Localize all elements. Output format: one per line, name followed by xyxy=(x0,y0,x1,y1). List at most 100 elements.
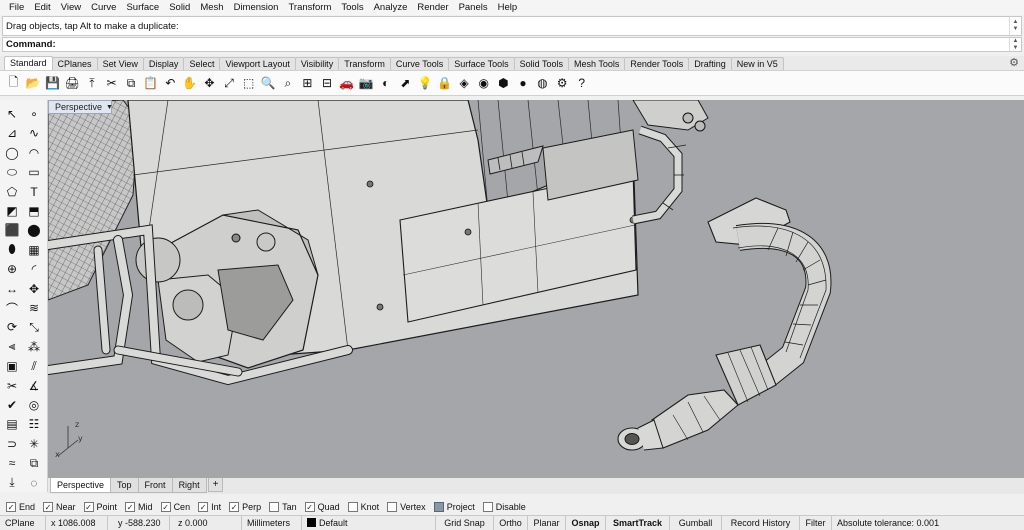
status-osnap[interactable]: Osnap xyxy=(566,515,606,530)
add-viewport-tab-button[interactable]: + xyxy=(207,478,224,492)
tab-set-view[interactable]: Set View xyxy=(96,57,144,70)
tab-select[interactable]: Select xyxy=(183,57,221,70)
menu-render[interactable]: Render xyxy=(412,0,453,15)
layer-tool-icon[interactable]: ▤ xyxy=(2,414,22,434)
arc-icon[interactable]: ◠ xyxy=(24,143,44,163)
menu-panels[interactable]: Panels xyxy=(454,0,493,15)
osnap-point-checkbox[interactable]: ✓ xyxy=(83,501,94,512)
analyze-icon[interactable]: ∡ xyxy=(24,376,44,396)
four-view-icon[interactable]: ⊞ xyxy=(298,74,317,93)
color-wheel-icon[interactable]: ◉ xyxy=(474,74,493,93)
fillet-icon[interactable]: ◜ xyxy=(24,259,44,279)
cylinder-icon[interactable]: ⬮ xyxy=(2,240,22,260)
render-sphere-icon[interactable]: ● xyxy=(513,74,532,93)
status-planar[interactable]: Planar xyxy=(528,515,566,530)
trim-icon[interactable]: ✂ xyxy=(2,376,22,396)
select-icon[interactable]: ⬈ xyxy=(396,74,415,93)
osnap-end[interactable]: ✓ End xyxy=(6,501,35,512)
menu-surface[interactable]: Surface xyxy=(121,0,164,15)
status-units[interactable]: Millimeters xyxy=(242,515,302,530)
osnap-near-checkbox[interactable]: ✓ xyxy=(43,501,54,512)
render-icon[interactable]: ◎ xyxy=(24,395,44,415)
help-icon[interactable]: ? xyxy=(572,74,591,93)
car-icon[interactable]: 🚗 xyxy=(337,74,356,93)
osnap-perp-checkbox[interactable]: ✓ xyxy=(229,501,240,512)
hide-icon[interactable]: ◌ xyxy=(24,473,44,493)
tab-mesh-tools[interactable]: Mesh Tools xyxy=(567,57,626,70)
rotate-view-icon[interactable]: ✥ xyxy=(200,74,219,93)
viewport-tab-perspective[interactable]: Perspective xyxy=(50,478,112,493)
osnap-int-checkbox[interactable]: ✓ xyxy=(198,501,209,512)
tab-solid-tools[interactable]: Solid Tools xyxy=(513,57,569,70)
join-icon[interactable]: ⊃ xyxy=(2,434,22,454)
new-file-icon[interactable]: 🗋 xyxy=(4,74,23,93)
osnap-disable[interactable]: Disable xyxy=(482,501,526,512)
options-gear-icon[interactable]: ⚙ xyxy=(553,74,572,93)
menu-solid[interactable]: Solid xyxy=(164,0,195,15)
curve-icon[interactable]: ∿ xyxy=(24,123,44,143)
pan-hand-icon[interactable]: ✋ xyxy=(180,74,199,93)
properties-icon[interactable]: ☷ xyxy=(24,414,44,434)
command-scrollbar[interactable]: ▲ ▼ xyxy=(1009,38,1021,51)
tab-cplanes[interactable]: CPlanes xyxy=(51,57,98,70)
box-solid-icon[interactable]: ⬛ xyxy=(2,220,22,240)
tab-surface-tools[interactable]: Surface Tools xyxy=(448,57,515,70)
tab-viewport-layout[interactable]: Viewport Layout xyxy=(219,57,296,70)
menu-transform[interactable]: Transform xyxy=(283,0,336,15)
layer-icon[interactable]: ◈ xyxy=(455,74,474,93)
viewport-title[interactable]: Perspective ▼ xyxy=(48,100,113,114)
align-icon[interactable]: ⫷ xyxy=(2,337,22,357)
zoom-dynamic-icon[interactable]: 🔍 xyxy=(259,74,278,93)
undo-icon[interactable]: ↶ xyxy=(161,74,180,93)
scale-icon[interactable]: ⤡ xyxy=(24,317,44,337)
menu-file[interactable]: File xyxy=(4,0,29,15)
sphere-solid-icon[interactable]: ⬤ xyxy=(24,220,44,240)
status-filter[interactable]: Filter xyxy=(800,515,832,530)
material-icon[interactable]: ⬢ xyxy=(494,74,513,93)
move-icon[interactable]: ✥ xyxy=(24,279,44,299)
mesh-icon[interactable]: ▦ xyxy=(24,240,44,260)
render-preview-icon[interactable]: ◍ xyxy=(533,74,552,93)
paste-icon[interactable]: 📋 xyxy=(141,74,160,93)
osnap-near[interactable]: ✓ Near xyxy=(43,501,76,512)
named-view-icon[interactable]: ◐ xyxy=(376,74,395,93)
command-history-scrollbar[interactable]: ▲ ▼ xyxy=(1009,17,1021,35)
viewport-menu-arrow-icon[interactable]: ▼ xyxy=(106,104,113,111)
viewport-tab-front[interactable]: Front xyxy=(137,478,173,493)
osnap-perp[interactable]: ✓ Perp xyxy=(229,501,261,512)
print-icon[interactable]: 🖨 xyxy=(63,74,82,93)
loft-icon[interactable]: ≋ xyxy=(24,298,44,318)
osnap-tan[interactable]: Tan xyxy=(269,501,297,512)
point-icon[interactable]: ∘ xyxy=(24,104,44,124)
blend-icon[interactable]: ≈ xyxy=(2,453,22,473)
tab-standard[interactable]: Standard xyxy=(4,56,53,70)
osnap-mid-checkbox[interactable]: ✓ xyxy=(125,501,136,512)
status-gumball[interactable]: Gumball xyxy=(670,515,722,530)
tab-curve-tools[interactable]: Curve Tools xyxy=(389,57,450,70)
osnap-cen-checkbox[interactable]: ✓ xyxy=(160,501,171,512)
osnap-tan-checkbox[interactable] xyxy=(269,501,280,512)
sweep-icon[interactable]: ⌒ xyxy=(2,298,22,318)
zoom-selected-icon[interactable]: ⌕ xyxy=(278,74,297,93)
menu-mesh[interactable]: Mesh xyxy=(195,0,228,15)
perspective-viewport[interactable]: Perspective ▼ z y x xyxy=(48,100,1024,478)
osnap-quad[interactable]: ✓ Quad xyxy=(304,501,340,512)
cut-icon[interactable]: ✂ xyxy=(102,74,121,93)
extrude-icon[interactable]: ⬒ xyxy=(24,201,44,221)
polygon-icon[interactable]: ⬠ xyxy=(2,182,22,202)
grid-view-icon[interactable]: ⊟ xyxy=(318,74,337,93)
viewport-tab-right[interactable]: Right xyxy=(171,478,207,493)
polyline-icon[interactable]: ⊿ xyxy=(2,123,22,143)
menu-view[interactable]: View xyxy=(56,0,86,15)
tab-options-gear-icon[interactable]: ⚙ xyxy=(1008,57,1020,69)
osnap-point[interactable]: ✓ Point xyxy=(83,501,117,512)
tab-new-in-v5[interactable]: New in V5 xyxy=(730,57,784,70)
select-arrow-icon[interactable]: ↖ xyxy=(2,104,22,124)
zoom-window-icon[interactable]: ⬚ xyxy=(239,74,258,93)
osnap-project-checkbox[interactable] xyxy=(433,501,444,512)
tab-drafting[interactable]: Drafting xyxy=(688,57,732,70)
status-grid-snap[interactable]: Grid Snap xyxy=(436,515,494,530)
explode-icon[interactable]: ✳ xyxy=(24,434,44,454)
status-smarttrack[interactable]: SmartTrack xyxy=(606,515,670,530)
osnap-vertex-checkbox[interactable] xyxy=(387,501,398,512)
